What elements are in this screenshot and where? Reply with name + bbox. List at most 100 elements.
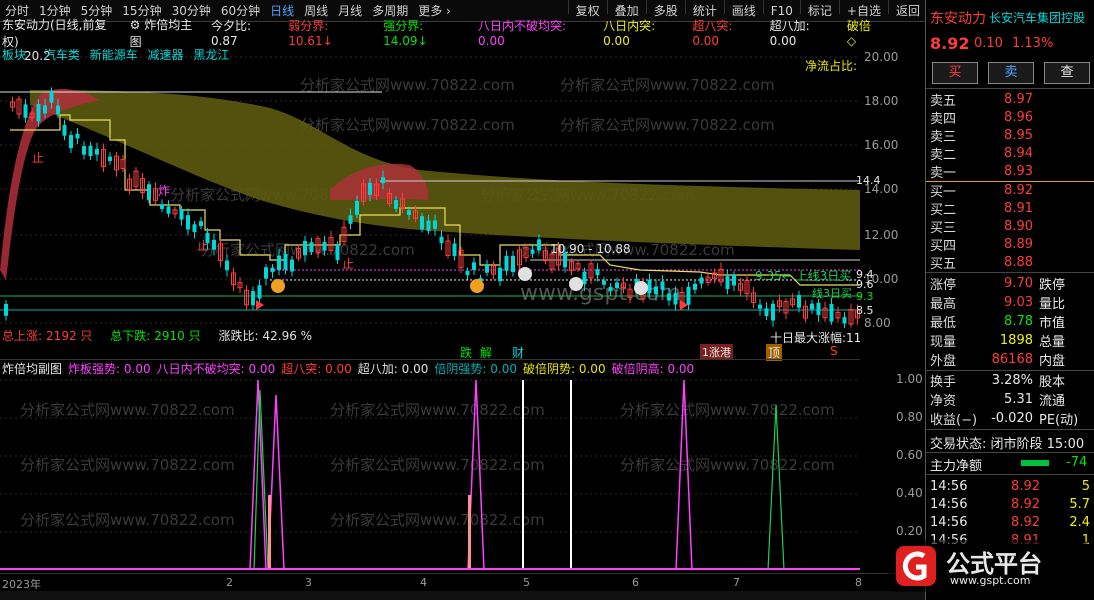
sector-tag[interactable]: 黑龙江: [193, 48, 229, 62]
main-candlestick-chart[interactable]: 分析家公式网www.70822.com 分析家公式网www.70822.com …: [0, 40, 860, 345]
candle-body: [504, 255, 509, 271]
event-tag-label: 跌: [460, 346, 473, 360]
ask-row: 卖四 8.96: [926, 108, 1094, 127]
sub-item-value: 0.00: [248, 362, 276, 376]
svg-text:分析家公式网www.70822.com: 分析家公式网www.70822.com: [330, 401, 545, 419]
sub-indicator-name[interactable]: 炸倍均副图: [2, 360, 62, 376]
candle-body: [764, 308, 769, 317]
bid-row: 买四 8.89: [926, 235, 1094, 254]
divider: [606, 0, 608, 14]
sector-tag[interactable]: 新能源车: [90, 48, 138, 62]
divider: [926, 452, 1094, 453]
sector-tag[interactable]: 汽车类: [44, 48, 80, 62]
tick-price: 8.92: [1011, 479, 1040, 494]
sector-label: 板块: [2, 48, 27, 62]
candle-body: [511, 255, 515, 273]
quote-value: 9.70: [1004, 276, 1033, 291]
ask-row: 卖二 8.94: [926, 144, 1094, 163]
candle-body: [530, 249, 535, 254]
candle-body: [270, 267, 275, 273]
quote-row: 外盘 86168 内盘: [926, 350, 1094, 369]
candle-body: [797, 295, 801, 308]
tick-volume: 2.4: [1069, 515, 1090, 530]
tick-row: 14:56 8.92 2.4: [926, 513, 1094, 532]
event-tag-label: 1涨港: [702, 346, 731, 359]
bottom-tab-strip[interactable]: [0, 591, 925, 600]
svg-text:分析家公式网www.70822.com: 分析家公式网www.70822.com: [300, 116, 515, 134]
ask-label: 卖二: [930, 148, 957, 163]
price-change: 0.10: [974, 36, 1003, 51]
trade-status-label: 交易状态:: [930, 437, 987, 452]
candle-body: [179, 208, 184, 220]
max-amp-label: 十日最大涨幅:11.92: [770, 330, 860, 345]
ask-price: 8.95: [1004, 128, 1033, 143]
quote-value: 1898: [999, 333, 1033, 348]
candle-body: [160, 204, 164, 209]
sub-item-value: 0.00: [123, 362, 151, 376]
ask-price: 8.97: [1004, 92, 1033, 107]
event-tag-label: 财: [512, 346, 525, 360]
trade-status-value: 闭市阶段 15:00: [990, 437, 1085, 452]
bid-price: 8.91: [1004, 201, 1033, 216]
settings-icon: ⚙: [129, 17, 141, 32]
bid-row: 买二 8.91: [926, 199, 1094, 218]
trade-status: 交易状态: 闭市阶段 15:00: [930, 433, 1084, 452]
bid-price: 8.89: [1004, 237, 1033, 252]
super8-label: 超八突:: [692, 19, 733, 33]
candle-body: [23, 104, 28, 118]
quote-value: -0.020: [991, 411, 1033, 426]
sell-button[interactable]: 卖: [988, 62, 1034, 84]
quote-row: 现量 1898 总量: [926, 331, 1094, 350]
back-button[interactable]: 返回: [891, 0, 925, 22]
sub-item: 炸板强势: 0.00: [68, 360, 151, 376]
candle-body: [62, 125, 67, 136]
ask-label: 卖三: [930, 130, 957, 145]
chevron-right-icon: ›: [446, 3, 451, 18]
company-group: 长安汽车集团控股: [989, 11, 1086, 25]
axis-tick: 8.00: [864, 316, 891, 330]
candle-body: [608, 287, 613, 292]
sub-item: 破倍阴势: 0.00: [523, 360, 606, 376]
candle-body: [647, 279, 652, 294]
olive-band: [30, 90, 860, 250]
quote-label: 最低: [930, 316, 957, 331]
sector-tags: 板块 汽车类 新能源车 减速器 黑龙江: [2, 46, 229, 63]
price-change-pct: 1.13%: [1012, 36, 1054, 51]
date-label: 2: [226, 576, 233, 589]
candle-body: [212, 239, 216, 250]
quote-value: 86168: [991, 352, 1033, 367]
candle-body: [407, 210, 411, 215]
candle-body: [472, 262, 476, 270]
divider: [926, 88, 1094, 89]
sub-indicator-chart[interactable]: 分析家公式网www.70822.com 分析家公式网www.70822.com …: [0, 375, 860, 572]
candle-body: [498, 267, 502, 282]
tick-row: 14:56 8.92 5: [926, 477, 1094, 496]
sector-tag[interactable]: 减速器: [148, 48, 184, 62]
sub-item-value: 0.00: [325, 362, 352, 376]
main-price-axis: 20.00 18.00 16.00 14.00 12.00 10.00 8.00…: [856, 40, 925, 345]
candle-body: [381, 177, 385, 184]
candle-body: [816, 302, 821, 316]
sub-item: 倍阴强势: 0.00: [434, 360, 517, 376]
candle-body: [355, 200, 359, 215]
candle-body: [290, 259, 294, 272]
buy-button[interactable]: 买: [932, 62, 978, 84]
candle-body: [465, 270, 470, 276]
candle-body: [667, 293, 671, 301]
date-label: 3: [305, 576, 312, 589]
axis-tick: 0.40: [896, 486, 923, 500]
event-tag[interactable]: 1涨港: [700, 344, 733, 360]
svg-text:分析家公式网www.70822.com: 分析家公式网www.70822.com: [300, 76, 515, 94]
main-flow-bar: [1021, 460, 1049, 466]
axis-tick: 0.20: [896, 524, 923, 538]
event-tag[interactable]: S: [830, 344, 838, 358]
event-tag-label: 解: [480, 346, 493, 360]
query-button[interactable]: 查: [1044, 62, 1090, 84]
bid-label: 买二: [930, 203, 957, 218]
divider: [684, 0, 686, 14]
candle-body: [368, 182, 372, 195]
candle-body: [673, 292, 678, 305]
quote-row: 净资 5.31 流通: [926, 390, 1094, 409]
bid-label: 买五: [930, 257, 957, 272]
quote-row: 收益(−) -0.020 PE(动): [926, 409, 1094, 428]
